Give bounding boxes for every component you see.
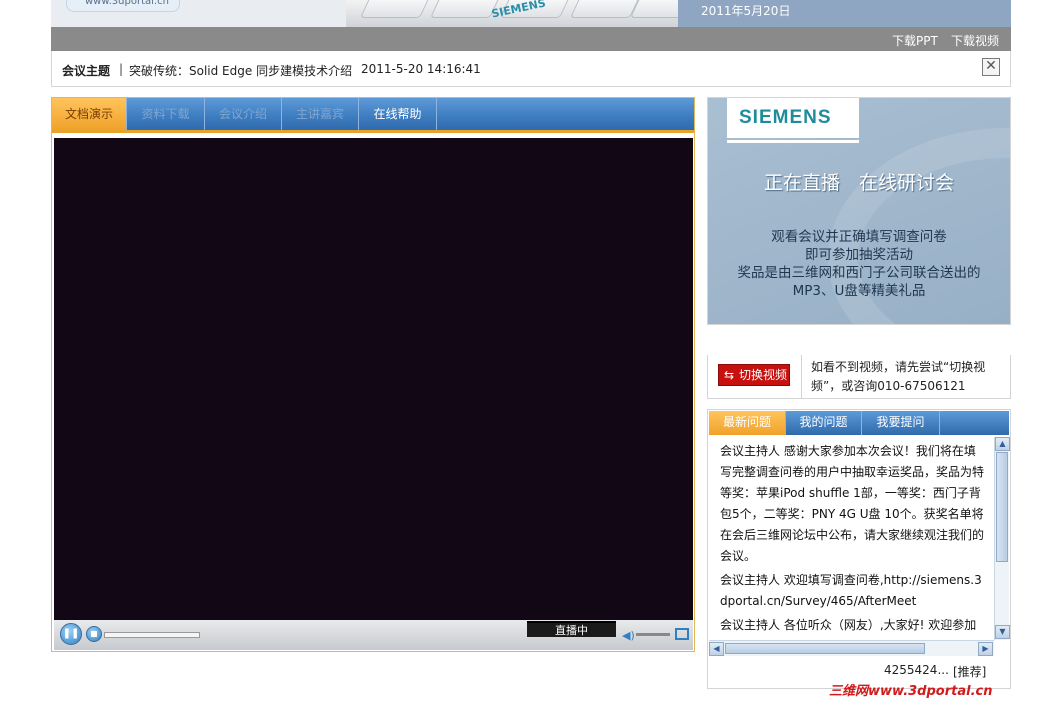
logo-underline bbox=[727, 140, 859, 143]
switch-video-hint: 如看不到视频，请先尝试“切换视频”，或咨询010-67506121 bbox=[811, 360, 986, 393]
qa-tabs: 最新问题 我的问题 我要提问 bbox=[709, 411, 1009, 435]
meeting-info-bar: 会议主题 | 突破传统：Solid Edge 同步建模技术介绍 2011-5-2… bbox=[51, 51, 1011, 87]
download-bar: 下载PPT 下载视频 bbox=[51, 27, 1011, 51]
tab-meeting-intro[interactable]: 会议介绍 bbox=[205, 98, 282, 130]
live-status: 直播中 bbox=[527, 621, 616, 637]
tab-ask-question[interactable]: 我要提问 bbox=[862, 411, 940, 435]
meeting-label: 会议主题 bbox=[62, 64, 111, 78]
player-controls: ❚❚ 直播中 ◀) bbox=[54, 620, 693, 650]
tab-documents[interactable]: 文档演示 bbox=[52, 98, 127, 130]
video-player-screen[interactable] bbox=[54, 138, 693, 620]
switch-video-button[interactable]: ⇆ 切换视频 bbox=[718, 364, 790, 386]
banner-key bbox=[359, 0, 433, 18]
recommend-link[interactable]: [推荐] bbox=[953, 663, 986, 680]
qa-message-list: 会议主持人 感谢大家参加本次会议！我们将在填写完整调查问卷的用户中抽取幸运奖品，… bbox=[709, 437, 994, 642]
siemens-ad-banner[interactable]: SIEMENS 正在直播 在线研讨会 观看会议并正确填写调查问卷 即可参加抽奖活… bbox=[707, 97, 1011, 325]
list-item: 会议主持人 各位听众（网友）,大家好! 欢迎参加 bbox=[720, 618, 977, 632]
qa-panel: 最新问题 我的问题 我要提问 会议主持人 感谢大家参加本次会议！我们将在填写完整… bbox=[707, 409, 1011, 689]
ad-headline: 正在直播 在线研讨会 bbox=[763, 172, 954, 194]
ad-line: 即可参加抽奖活动 bbox=[805, 247, 913, 263]
banner-date: 2011年5月20日 bbox=[701, 4, 791, 18]
ad-line: 奖品是由三维网和西门子公司联合送出的 bbox=[737, 265, 981, 281]
scroll-up-icon[interactable]: ▲ bbox=[995, 437, 1010, 451]
stop-icon[interactable] bbox=[86, 626, 102, 642]
scroll-right-icon[interactable]: ▶ bbox=[978, 642, 993, 656]
meeting-time: 2011-5-20 14:16:41 bbox=[361, 62, 481, 76]
presentation-tabs: 文档演示 资料下载 会议介绍 主讲嘉宾 在线帮助 bbox=[52, 98, 694, 133]
site-logo: www.3dportal.cn bbox=[66, 0, 180, 12]
meeting-topic: 突破传统：Solid Edge 同步建模技术介绍 bbox=[129, 64, 353, 78]
ad-line: 观看会议并正确填写调查问卷 bbox=[771, 229, 947, 245]
tab-my-questions[interactable]: 我的问题 bbox=[786, 411, 862, 435]
fullscreen-icon[interactable] bbox=[675, 628, 689, 640]
meeting-separator: | bbox=[119, 62, 124, 76]
top-banner: www.3dportal.cn SIEMENS 2011年5月20日 bbox=[51, 0, 1011, 27]
pause-icon[interactable]: ❚❚ bbox=[60, 623, 82, 645]
scroll-down-icon[interactable]: ▼ bbox=[995, 625, 1010, 639]
vertical-scrollbar[interactable]: ▲ ▼ bbox=[994, 437, 1010, 640]
tab-speakers[interactable]: 主讲嘉宾 bbox=[282, 98, 359, 130]
switch-video-label: 切换视频 bbox=[739, 368, 788, 382]
tab-online-help[interactable]: 在线帮助 bbox=[359, 98, 437, 130]
siemens-logo: SIEMENS bbox=[739, 107, 832, 128]
site-watermark: 三维网www.3dportal.cn bbox=[829, 684, 993, 699]
banner-date-box: 2011年5月20日 bbox=[678, 0, 1011, 27]
ad-line: MP3、U盘等精美礼品 bbox=[792, 283, 926, 299]
tab-latest-questions[interactable]: 最新问题 bbox=[709, 411, 786, 435]
view-count: 4255424... bbox=[884, 663, 949, 677]
close-icon[interactable]: ✕ bbox=[982, 58, 1000, 76]
scroll-left-icon[interactable]: ◀ bbox=[709, 642, 724, 656]
siemens-logo-box: SIEMENS bbox=[727, 98, 859, 138]
volume-icon[interactable]: ◀) bbox=[622, 629, 635, 642]
switch-video-row: ⇆ 切换视频 如看不到视频，请先尝试“切换视频”，或咨询010-67506121 bbox=[707, 355, 1011, 399]
scroll-thumb[interactable] bbox=[996, 452, 1008, 562]
download-ppt-link[interactable]: 下载PPT bbox=[892, 32, 938, 49]
volume-slider[interactable] bbox=[636, 633, 670, 636]
list-item: 会议主持人 感谢大家参加本次会议！我们将在填写完整调查问卷的用户中抽取幸运奖品，… bbox=[720, 444, 985, 563]
scroll-thumb[interactable] bbox=[725, 643, 925, 654]
presentation-panel: 文档演示 资料下载 会议介绍 主讲嘉宾 在线帮助 ❚❚ 直播中 ◀) bbox=[51, 97, 695, 652]
switch-icon: ⇆ bbox=[724, 368, 735, 382]
seek-bar[interactable] bbox=[104, 632, 200, 638]
list-item: 会议主持人 欢迎填写调查问卷,http://siemens.3dportal.c… bbox=[720, 573, 982, 608]
divider bbox=[801, 355, 802, 399]
download-video-link[interactable]: 下载视频 bbox=[951, 32, 999, 49]
horizontal-scrollbar[interactable]: ◀ ▶ bbox=[709, 640, 994, 656]
tab-downloads[interactable]: 资料下载 bbox=[127, 98, 205, 130]
